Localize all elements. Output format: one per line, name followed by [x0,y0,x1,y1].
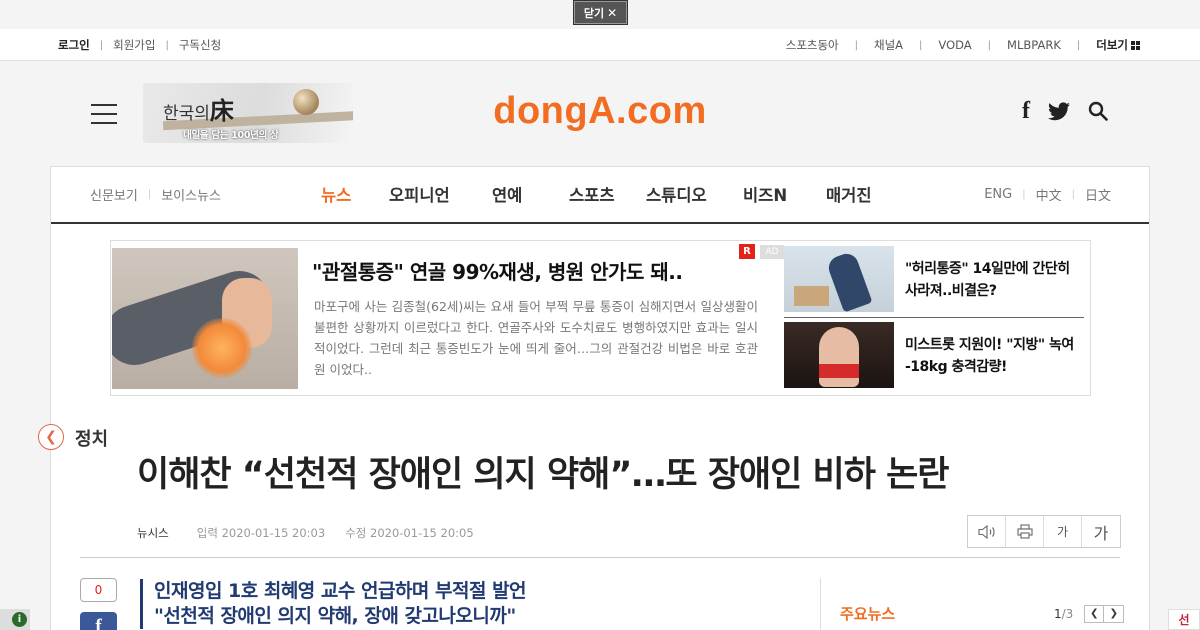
font-larger-button[interactable]: 가 [1082,516,1120,547]
article-tools: 가 가 [967,515,1121,548]
facebook-share-button[interactable]: f [80,612,117,630]
ad-description[interactable]: 마포구에 사는 김종철(62세)씨는 요새 들어 부쩍 무릎 통증이 심해지면서… [314,296,758,380]
side-floating-banner[interactable]: 선 [1168,609,1200,630]
lang-chinese-link[interactable]: 中文 [1036,185,1062,204]
section-back-icon[interactable]: ❮ [38,424,64,450]
utility-bar: 로그인 | 회원가입 | 구독신청 스포츠동아 | 채널A | VODA | M… [0,29,1200,61]
utility-left: 로그인 | 회원가입 | 구독신청 [58,37,221,53]
divider: | [165,39,169,51]
close-bar-label: 닫기 [583,6,605,20]
speaker-icon [977,524,995,539]
article-headline: 이해찬 “선천적 장애인 의지 약해”…또 장애인 비하 논란 [137,455,950,495]
subhead-line: "선천적 장애인 의지 약해, 장애 갖고나오니까" [154,605,516,627]
ad-block: "관절통증" 연골 99%재생, 병원 안가도 돼.. 마포구에 사는 김종철(… [110,240,1091,396]
main-content: 신문보기 | 보이스뉴스 뉴스 오피니언 연예 스포츠 스튜디오 비즈N 매거진… [50,166,1150,630]
divider: | [147,189,152,200]
grid-icon [1131,40,1140,50]
ad-knee-image[interactable] [112,248,298,389]
subscribe-link[interactable]: 구독신청 [179,37,221,53]
ad-side-thumbnail [784,322,894,388]
next-page-button[interactable]: ❯ [1104,605,1125,623]
subhead-line: 인재영입 1호 최혜영 교수 언급하며 부적절 발언 [154,580,527,602]
updated-time: 수정 2020-01-15 20:05 [345,526,474,540]
prev-page-button[interactable]: ❮ [1084,605,1105,623]
page-current: 1 [1054,607,1062,621]
sportsdonga-link[interactable]: 스포츠동아 [786,37,839,53]
article-meta: 뉴시스 입력 2020-01-15 20:03 수정 2020-01-15 20… [137,525,474,541]
ad-side-item[interactable]: 미스트롯 지원이! "지방" 녹여 -18kg 충격감량! [784,322,1084,388]
gnb-center: 뉴스 오피니언 연예 스포츠 스튜디오 비즈N 매거진 [321,182,872,206]
more-menu-button[interactable]: 더보기 [1096,37,1140,53]
close-bar-button[interactable]: 닫기 ✕ [573,0,628,25]
major-news-pager: 1 /3 ❮ ❯ [1054,605,1125,623]
facebook-icon[interactable]: f [1022,99,1030,123]
more-label: 더보기 [1096,38,1128,52]
nav-item-entertainment[interactable]: 연예 [492,182,569,206]
ad-badge: AD [760,245,784,259]
global-nav: 신문보기 | 보이스뉴스 뉴스 오피니언 연예 스포츠 스튜디오 비즈N 매거진… [51,167,1149,224]
section-name[interactable]: 정치 [75,425,108,451]
channela-link[interactable]: 채널A [874,37,903,53]
article-subheadline: 인재영입 1호 최혜영 교수 언급하며 부적절 발언 "선천적 장애인 의지 약… [140,579,527,629]
published-time: 입력 2020-01-15 20:03 [196,526,326,540]
nav-item-news[interactable]: 뉴스 [321,182,389,206]
signup-link[interactable]: 회원가입 [113,37,155,53]
divider: | [99,39,104,51]
listen-button[interactable] [968,516,1006,547]
divider [784,317,1084,318]
close-icon: ✕ [607,5,618,20]
comment-count-badge[interactable]: 0 [80,578,117,602]
utility-right: 스포츠동아 | 채널A | VODA | MLBPARK | 더보기 [786,37,1140,53]
info-icon: i [12,612,27,627]
divider: | [919,39,923,51]
divider: | [1071,189,1075,200]
nav-item-studio[interactable]: 스튜디오 [646,182,743,206]
major-news-title: 주요뉴스 [840,605,896,623]
gnb-left: 신문보기 | 보이스뉴스 [90,185,221,204]
ad-side-thumbnail [784,246,894,312]
nav-item-bizn[interactable]: 비즈N [743,182,826,206]
ad-info-badge[interactable]: i [0,609,30,630]
search-icon[interactable] [1088,101,1108,121]
page-total: /3 [1061,607,1074,621]
ad-side-text: 미스트롯 지원이! "지방" 녹여 -18kg 충격감량! [905,337,1074,375]
gnb-languages: ENG | 中文 | 日文 [984,185,1111,204]
divider [80,557,1120,558]
ad-title[interactable]: "관절통증" 연골 99%재생, 병원 안가도 돼.. [312,256,683,285]
voicenews-link[interactable]: 보이스뉴스 [161,185,221,204]
header-icons: f [1022,99,1108,123]
newspaper-link[interactable]: 신문보기 [90,185,138,204]
ad-r-badge: R [739,244,755,259]
site-logo[interactable]: dongA.com [0,90,1200,133]
print-button[interactable] [1006,516,1044,547]
voda-link[interactable]: VODA [938,38,971,52]
nav-item-opinion[interactable]: 오피니언 [389,182,492,206]
nav-item-magazine[interactable]: 매거진 [826,182,872,206]
divider: | [854,39,859,51]
login-link[interactable]: 로그인 [58,37,90,53]
divider: | [1076,39,1081,51]
font-smaller-button[interactable]: 가 [1044,516,1082,547]
printer-icon [1016,524,1033,539]
mlbpark-link[interactable]: MLBPARK [1007,38,1061,52]
nav-item-sports[interactable]: 스포츠 [569,182,646,206]
divider: | [987,39,992,51]
ad-side-item[interactable]: "허리통증" 14일만에 간단히 사라져..비결은? [784,246,1084,312]
lang-eng-link[interactable]: ENG [984,187,1012,202]
divider [820,578,821,630]
twitter-icon[interactable] [1048,101,1070,121]
divider: | [1022,189,1026,200]
ad-side-text: "허리통증" 14일만에 간단히 사라져..비결은? [905,261,1070,299]
lang-japanese-link[interactable]: 日文 [1085,185,1111,204]
article-source: 뉴시스 [137,526,169,540]
